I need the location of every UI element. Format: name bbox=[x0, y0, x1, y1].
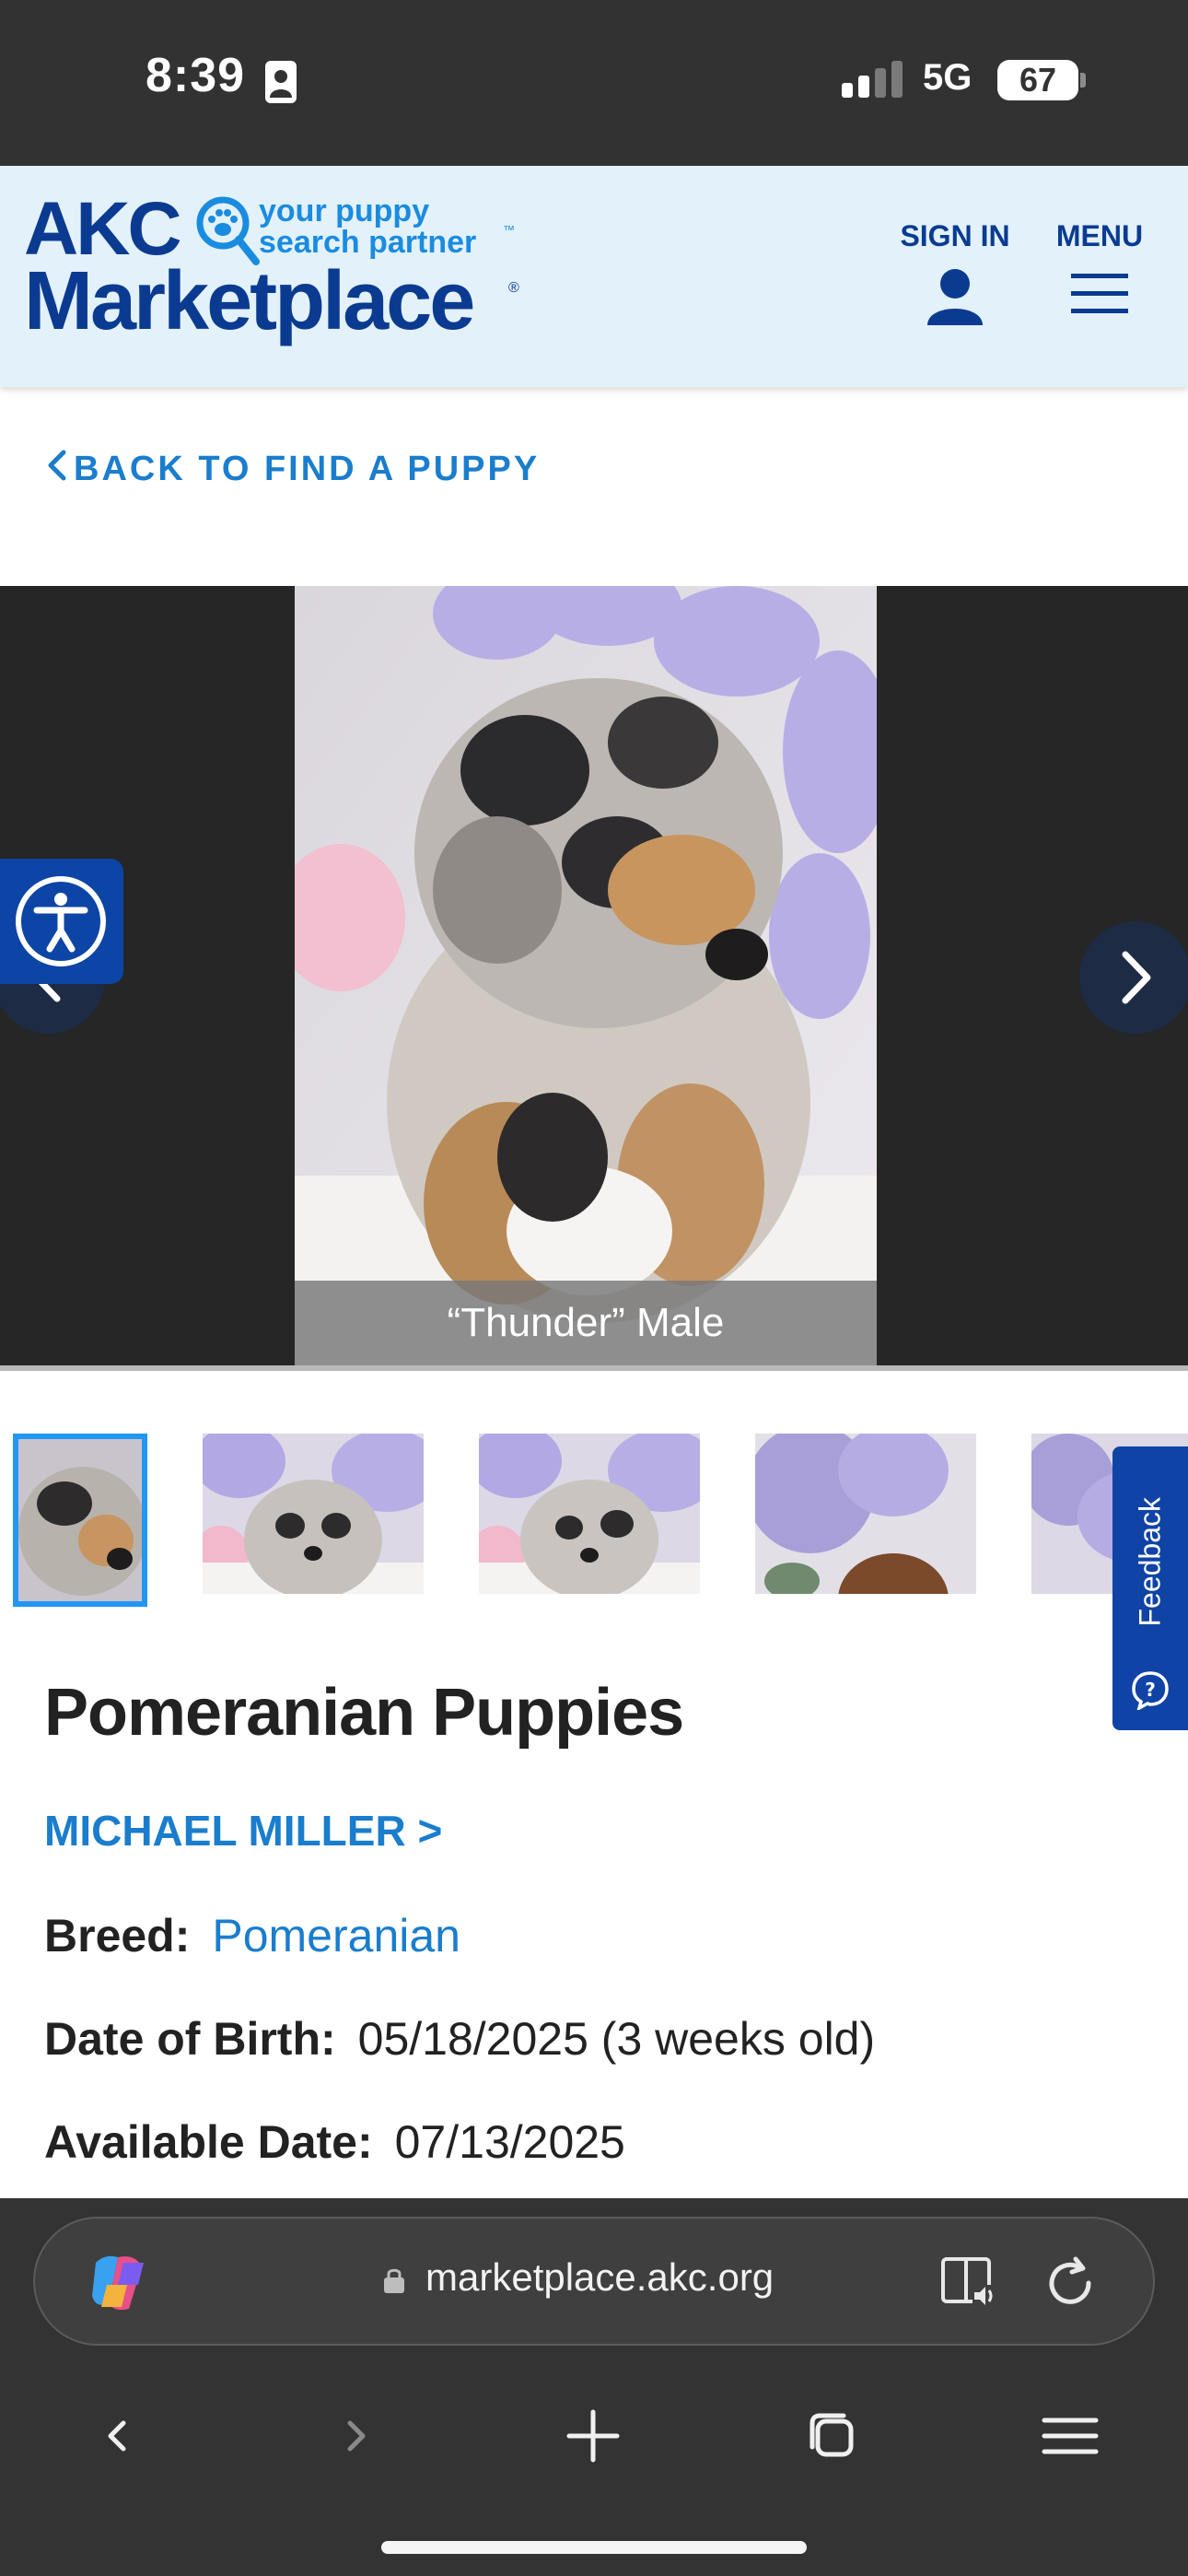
battery-cap bbox=[1080, 73, 1086, 88]
focus-id-icon bbox=[265, 61, 297, 103]
available-date-label: Available Date: bbox=[44, 2116, 373, 2168]
breed-row: Breed: Pomeranian bbox=[44, 1909, 460, 1962]
hamburger-icon bbox=[1071, 274, 1128, 313]
browser-menu-button[interactable] bbox=[1024, 2390, 1116, 2482]
read-aloud-icon[interactable] bbox=[939, 2254, 998, 2311]
registered-mark: ® bbox=[508, 280, 519, 296]
svg-text:?: ? bbox=[1145, 1679, 1156, 1701]
date-of-birth-label: Date of Birth: bbox=[44, 2013, 336, 2065]
breed-label: Breed: bbox=[44, 1910, 191, 1961]
accessibility-button[interactable] bbox=[0, 859, 123, 984]
chevron-right-icon bbox=[1122, 951, 1151, 1004]
home-indicator[interactable] bbox=[381, 2541, 807, 2554]
date-of-birth-row: Date of Birth: 05/18/2025 (3 weeks old) bbox=[44, 2012, 875, 2066]
chevron-right-icon bbox=[347, 2420, 366, 2452]
browser-back-button[interactable] bbox=[72, 2390, 164, 2482]
tabs-icon bbox=[809, 2413, 854, 2457]
site-header: AKC your puppy search partner ™ Marketpl… bbox=[0, 166, 1188, 387]
sign-in-button[interactable]: SIGN IN bbox=[897, 219, 1013, 325]
logo-marketplace[interactable]: Marketplace bbox=[24, 254, 475, 349]
trademark-mark: ™ bbox=[503, 223, 515, 237]
seller-link[interactable]: MICHAEL MILLER > bbox=[44, 1806, 442, 1856]
new-tab-button[interactable] bbox=[547, 2390, 639, 2482]
lock-icon bbox=[384, 2268, 404, 2293]
status-bar: 8:39 5G 67 bbox=[0, 0, 1188, 166]
address-bar[interactable]: marketplace.akc.org bbox=[33, 2217, 1155, 2346]
sign-in-label: SIGN IN bbox=[900, 219, 1010, 252]
available-date-row: Available Date: 07/13/2025 bbox=[44, 2115, 625, 2169]
chevron-left-icon bbox=[108, 2420, 126, 2452]
divider bbox=[0, 1365, 1188, 1371]
photo-caption: “Thunder” Male bbox=[295, 1281, 877, 1365]
thumbnail-2[interactable] bbox=[203, 1434, 424, 1594]
tabs-button[interactable] bbox=[786, 2390, 879, 2482]
breed-link[interactable]: Pomeranian bbox=[212, 1910, 460, 1961]
feedback-tab[interactable]: Feedback ? bbox=[1112, 1446, 1188, 1730]
copilot-icon[interactable] bbox=[87, 2254, 151, 2313]
chevron-left-icon bbox=[48, 450, 66, 481]
user-icon bbox=[927, 269, 983, 325]
chat-help-icon: ? bbox=[1132, 1671, 1169, 1710]
accessibility-icon bbox=[16, 876, 106, 966]
photo-gallery: “Thunder” Male bbox=[0, 586, 1188, 1365]
plus-icon bbox=[566, 2409, 620, 2463]
url-text[interactable]: marketplace.akc.org bbox=[425, 2255, 774, 2300]
network-type: 5G bbox=[923, 57, 973, 98]
reload-icon[interactable] bbox=[1042, 2255, 1098, 2311]
thumbnail-1[interactable] bbox=[13, 1434, 147, 1607]
thumbnail-3[interactable] bbox=[479, 1434, 700, 1594]
battery-indicator: 67 bbox=[997, 60, 1078, 100]
cellular-signal-icon bbox=[842, 61, 903, 98]
back-link-label: BACK TO FIND A PUPPY bbox=[74, 450, 541, 488]
menu-label: MENU bbox=[1055, 219, 1144, 252]
hamburger-icon bbox=[1042, 2418, 1099, 2454]
listing-title: Pomeranian Puppies bbox=[44, 1676, 684, 1750]
available-date-value: 07/13/2025 bbox=[394, 2116, 625, 2168]
browser-forward-button[interactable] bbox=[309, 2390, 402, 2482]
next-photo-button[interactable] bbox=[1079, 921, 1188, 1034]
date-of-birth-value: 05/18/2025 (3 weeks old) bbox=[357, 2013, 876, 2065]
clock: 8:39 bbox=[146, 49, 246, 102]
browser-toolbar: marketplace.akc.org bbox=[0, 2198, 1188, 2576]
back-to-find-a-puppy-link[interactable]: BACK TO FIND A PUPPY bbox=[46, 450, 540, 489]
feedback-label: Feedback bbox=[1133, 1496, 1167, 1627]
thumbnail-4[interactable] bbox=[755, 1434, 976, 1594]
puppy-main-photo[interactable] bbox=[295, 586, 877, 1365]
menu-button[interactable]: MENU bbox=[1046, 219, 1153, 314]
